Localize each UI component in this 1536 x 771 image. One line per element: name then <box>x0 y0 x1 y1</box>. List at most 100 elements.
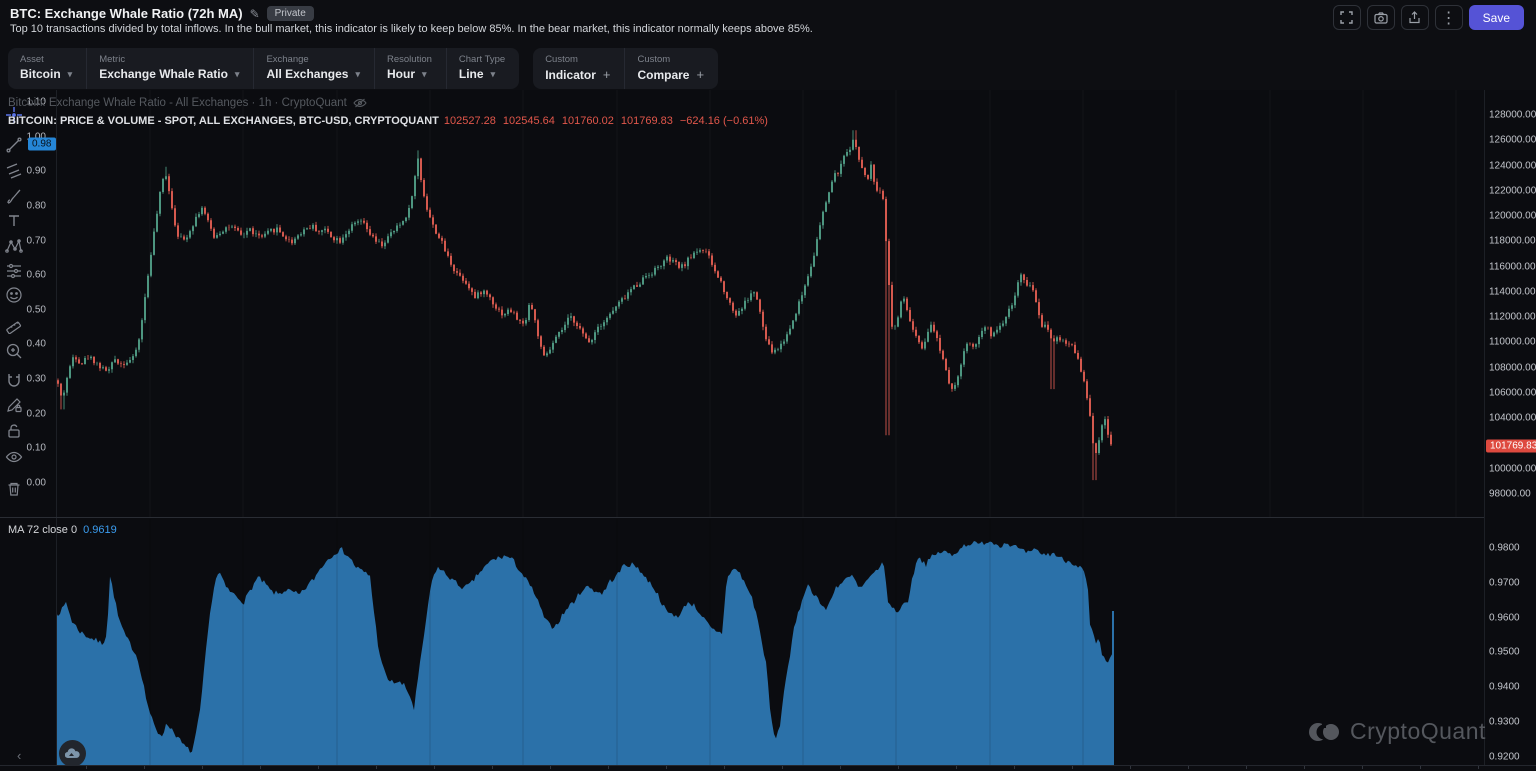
time-tick <box>492 766 493 769</box>
price-axis-tick: 104000.00 <box>1489 413 1536 424</box>
time-tick <box>1478 766 1479 769</box>
trend-line-icon[interactable] <box>3 134 25 156</box>
camera-icon <box>1374 12 1388 24</box>
chevron-down-icon: ▾ <box>68 69 73 80</box>
control-value: Compare <box>637 68 689 82</box>
pane-divider[interactable] <box>0 517 1484 518</box>
chevron-down-icon: ▾ <box>355 69 360 80</box>
share-button[interactable] <box>1401 5 1429 30</box>
cloud-sync-button[interactable] <box>59 740 86 767</box>
emoji-icon[interactable] <box>3 284 25 306</box>
control-label: Asset <box>20 54 72 65</box>
bitcoin-dropdown[interactable]: AssetBitcoin▾ <box>8 48 86 89</box>
ma-axis-tick: 0.9200 <box>1489 751 1520 762</box>
cryptoquant-chart-app: BTC: Exchange Whale Ratio (72h MA) ✎ Pri… <box>0 0 1536 771</box>
chevron-down-icon: ▾ <box>422 69 427 80</box>
time-tick <box>608 766 609 769</box>
plus-icon: + <box>696 67 704 82</box>
custom-indicator-dropdown[interactable]: CustomIndicator+ <box>533 48 624 89</box>
ohlc-legend[interactable]: BITCOIN: PRICE & VOLUME - SPOT, ALL EXCH… <box>8 115 775 127</box>
ohlc-value: −624.16 (−0.61%) <box>680 115 768 127</box>
time-tick <box>666 766 667 769</box>
fib-retracement-icon[interactable] <box>3 160 25 182</box>
pane-series-legend[interactable]: Bitcoin: Exchange Whale Ratio - All Exch… <box>8 97 367 109</box>
time-tick <box>1130 766 1131 769</box>
whale-ratio-area-chart[interactable] <box>56 519 1484 765</box>
watermark-text: CryptoQuant <box>1350 718 1486 745</box>
ratio-axis-tick: 0.60 <box>27 270 52 281</box>
price-axis-tick: 128000.00 <box>1489 110 1536 121</box>
custom-compare-dropdown[interactable]: Custom Compare + <box>624 48 718 89</box>
save-button[interactable]: Save <box>1469 5 1524 30</box>
more-options-button[interactable]: ⋮ <box>1435 5 1463 30</box>
cryptoquant-logo-icon <box>1308 719 1342 745</box>
private-badge: Private <box>267 6 314 21</box>
current-price-label: 101769.83 <box>1486 440 1536 453</box>
time-tick <box>550 766 551 769</box>
control-value: Exchange Whale Ratio <box>99 67 228 81</box>
control-value: Line <box>459 67 484 81</box>
chart-settings-group: AssetBitcoin▾MetricExchange Whale Ratio▾… <box>8 48 519 89</box>
eye-icon[interactable] <box>3 446 25 468</box>
ohlc-value: 101769.83 <box>621 115 673 127</box>
control-bar: AssetBitcoin▾MetricExchange Whale Ratio▾… <box>8 48 718 89</box>
time-tick <box>1420 766 1421 769</box>
text-icon[interactable] <box>3 210 25 232</box>
chart-description: Top 10 transactions divided by total inf… <box>10 23 813 35</box>
prediction-icon[interactable] <box>3 260 25 282</box>
ma-axis-tick: 0.9300 <box>1489 717 1520 728</box>
price-axis-tick: 122000.00 <box>1489 185 1536 196</box>
right-axis-border <box>1484 90 1485 771</box>
price-candlestick-chart[interactable] <box>56 90 1484 517</box>
ma-axis-tick: 0.9700 <box>1489 577 1520 588</box>
control-label: Custom <box>637 54 704 65</box>
time-tick <box>898 766 899 769</box>
ma-legend[interactable]: MA 72 close 00.9619 <box>8 524 117 536</box>
ratio-axis-tick: 0.90 <box>27 166 52 177</box>
eye-off-icon[interactable] <box>353 97 367 109</box>
time-tick <box>434 766 435 769</box>
control-label: Exchange <box>266 54 360 65</box>
watermark: CryptoQuant <box>1308 718 1486 745</box>
hour-dropdown[interactable]: ResolutionHour▾ <box>374 48 446 89</box>
price-axis-tick: 118000.00 <box>1489 236 1536 247</box>
ratio-axis-tick: 0.10 <box>27 443 52 454</box>
time-tick <box>86 766 87 769</box>
brush-icon[interactable] <box>3 186 25 208</box>
ratio-axis-tick: 0.00 <box>27 477 52 488</box>
price-axis-tick: 116000.00 <box>1489 261 1536 272</box>
kebab-icon: ⋮ <box>1441 8 1457 28</box>
control-label: Custom <box>545 54 610 65</box>
collapse-toolbar-chevron[interactable]: ‹ <box>17 748 21 763</box>
price-axis-tick: 108000.00 <box>1489 362 1536 373</box>
lock-icon[interactable] <box>3 420 25 442</box>
ohlc-value: 102545.64 <box>503 115 555 127</box>
exchange-whale-ratio-dropdown[interactable]: MetricExchange Whale Ratio▾ <box>86 48 253 89</box>
fullscreen-button[interactable] <box>1333 5 1361 30</box>
ma-axis-tick: 0.9600 <box>1489 612 1520 623</box>
price-axis-tick: 124000.00 <box>1489 160 1536 171</box>
edit-title-icon[interactable]: ✎ <box>250 7 260 21</box>
time-tick <box>1362 766 1363 769</box>
ratio-axis-tick: 0.30 <box>27 374 52 385</box>
time-tick <box>1304 766 1305 769</box>
time-axis[interactable] <box>0 765 1536 771</box>
zoom-in-icon[interactable] <box>3 340 25 362</box>
trash-icon[interactable] <box>3 478 25 500</box>
header: BTC: Exchange Whale Ratio (72h MA) ✎ Pri… <box>0 0 1536 44</box>
ruler-icon[interactable] <box>3 314 25 336</box>
ratio-axis-tick: 0.70 <box>27 235 52 246</box>
chevron-down-icon: ▾ <box>491 69 496 80</box>
all-exchanges-dropdown[interactable]: ExchangeAll Exchanges▾ <box>253 48 374 89</box>
price-axis-tick: 120000.00 <box>1489 211 1536 222</box>
xabcd-pattern-icon[interactable] <box>3 236 25 258</box>
time-tick <box>956 766 957 769</box>
screenshot-button[interactable] <box>1367 5 1395 30</box>
fullscreen-icon <box>1340 11 1353 24</box>
magnet-icon[interactable] <box>3 370 25 392</box>
ma-axis-tick: 0.9500 <box>1489 647 1520 658</box>
line-dropdown[interactable]: Chart TypeLine▾ <box>446 48 519 89</box>
drawing-lock-icon[interactable] <box>3 394 25 416</box>
ohlc-title: BITCOIN: PRICE & VOLUME - SPOT, ALL EXCH… <box>8 115 439 127</box>
price-axis-tick: 110000.00 <box>1489 337 1536 348</box>
